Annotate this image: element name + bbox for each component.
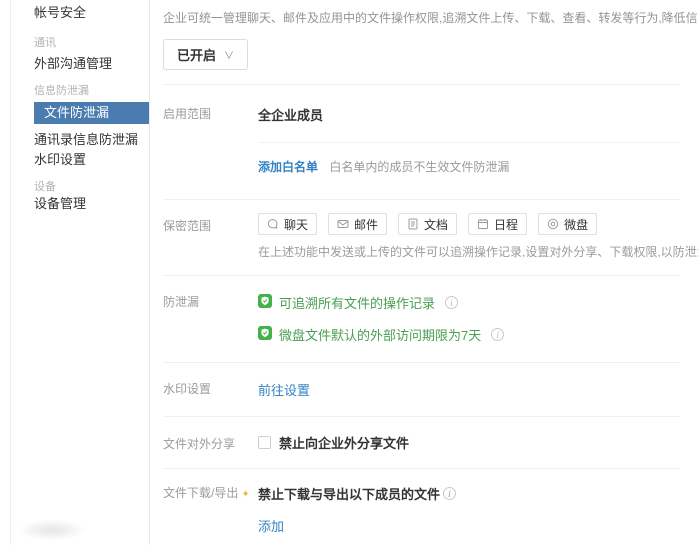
- secrecy-scope-chips: 聊天 邮件 文档 日程: [258, 213, 680, 235]
- section-secrecy-scope: 保密范围 聊天 邮件 文档: [163, 200, 680, 276]
- shield-check-icon: [258, 294, 272, 311]
- whitelist-row: 添加白名单 白名单内的成员不生效文件防泄漏: [258, 142, 680, 199]
- chat-icon: [267, 218, 279, 230]
- chip-document-label: 文档: [424, 216, 448, 233]
- apply-scope-value: 全企业成员: [258, 105, 680, 124]
- secrecy-scope-hint: 在上述功能中发送或上传的文件可以追溯操作记录,设置对外分享、下载权限,以防泄漏。: [258, 243, 680, 260]
- calendar-icon: [477, 218, 489, 230]
- add-members-link[interactable]: 添加: [258, 519, 284, 534]
- sidebar-item-watermark-settings[interactable]: 水印设置: [11, 150, 149, 170]
- forbid-external-share-text: 禁止向企业外分享文件: [279, 433, 409, 452]
- prevention-trace-line: 可追溯所有文件的操作记录 i: [258, 293, 680, 312]
- document-icon: [407, 218, 419, 230]
- sidebar-section-device: 设备: [11, 180, 149, 194]
- sidebar-item-device-management[interactable]: 设备管理: [11, 194, 149, 214]
- status-row: 已开启 ∨: [163, 39, 680, 85]
- leak-prevention-label: 防泄漏: [163, 293, 258, 344]
- forbid-download-line: 禁止下载与导出以下成员的文件 i: [258, 484, 680, 503]
- sidebar-section-communication: 通讯: [11, 36, 149, 50]
- left-gutter: [0, 0, 10, 545]
- info-icon[interactable]: i: [491, 328, 504, 341]
- section-leak-prevention: 防泄漏 可追溯所有文件的操作记录 i 微盘文件默认的外部访问期限为7天 i: [163, 276, 680, 363]
- sidebar-item-external-communication[interactable]: 外部沟通管理: [11, 54, 149, 74]
- section-external-share: 文件对外分享 禁止向企业外分享文件: [163, 417, 680, 469]
- chip-mail[interactable]: 邮件: [328, 213, 387, 235]
- admin-settings-page: 帐号安全 通讯 外部沟通管理 信息防泄漏 文件防泄漏 通讯录信息防泄漏 水印设置…: [0, 0, 698, 545]
- mail-icon: [337, 218, 349, 230]
- info-icon[interactable]: i: [445, 296, 458, 309]
- download-export-label-text: 文件下载/导出: [163, 486, 238, 500]
- new-feature-icon: ✦: [241, 489, 249, 500]
- chevron-down-icon: ∨: [224, 47, 234, 62]
- shield-check-icon: [258, 326, 272, 343]
- sidebar-item-account-security[interactable]: 帐号安全: [11, 3, 149, 23]
- settings-sidebar: 帐号安全 通讯 外部沟通管理 信息防泄漏 文件防泄漏 通讯录信息防泄漏 水印设置…: [10, 0, 150, 545]
- file-leak-prevention-panel: 企业可统一管理聊天、邮件及应用中的文件操作权限,追溯文件上传、下载、查看、转发等…: [150, 0, 698, 545]
- forbid-external-share-checkbox[interactable]: [258, 436, 271, 449]
- chip-drive[interactable]: 微盘: [538, 213, 597, 235]
- watermark-label: 水印设置: [163, 380, 258, 399]
- forbid-download-text: 禁止下载与导出以下成员的文件: [258, 484, 440, 503]
- prevention-drive-text: 微盘文件默认的外部访问期限为7天: [279, 325, 481, 344]
- prevention-drive-line: 微盘文件默认的外部访问期限为7天 i: [258, 325, 680, 344]
- drive-icon: [547, 218, 559, 230]
- sidebar-section-info-leak-prevention: 信息防泄漏: [11, 84, 149, 98]
- sidebar-item-file-leak-prevention[interactable]: 文件防泄漏: [34, 102, 149, 124]
- enabled-status-dropdown[interactable]: 已开启 ∨: [163, 39, 248, 70]
- chip-drive-label: 微盘: [564, 216, 588, 233]
- chip-calendar-label: 日程: [494, 216, 518, 233]
- external-share-label: 文件对外分享: [163, 433, 258, 452]
- page-shadow: [17, 519, 87, 541]
- prevention-trace-text: 可追溯所有文件的操作记录: [279, 293, 435, 312]
- enabled-status-label: 已开启: [177, 45, 216, 64]
- apply-scope-label: 启用范围: [163, 105, 258, 199]
- section-download-export: 文件下载/导出✦ 禁止下载与导出以下成员的文件 i 添加: [163, 469, 680, 545]
- go-to-watermark-settings-link[interactable]: 前往设置: [258, 383, 310, 398]
- section-watermark: 水印设置 前往设置: [163, 363, 680, 417]
- section-apply-scope: 启用范围 全企业成员 添加白名单 白名单内的成员不生效文件防泄漏: [163, 85, 680, 200]
- chip-document[interactable]: 文档: [398, 213, 457, 235]
- whitelist-hint: 白名单内的成员不生效文件防泄漏: [329, 160, 509, 174]
- info-icon[interactable]: i: [443, 487, 456, 500]
- feature-description-row: 企业可统一管理聊天、邮件及应用中的文件操作权限,追溯文件上传、下载、查看、转发等…: [163, 0, 680, 26]
- chip-calendar[interactable]: 日程: [468, 213, 527, 235]
- chip-chat-label: 聊天: [284, 216, 308, 233]
- sidebar-item-contacts-leak-prevention[interactable]: 通讯录信息防泄漏: [11, 130, 149, 150]
- secrecy-scope-label: 保密范围: [163, 213, 258, 260]
- chip-mail-label: 邮件: [354, 216, 378, 233]
- download-export-label: 文件下载/导出✦: [163, 484, 258, 535]
- feature-description: 企业可统一管理聊天、邮件及应用中的文件操作权限,追溯文件上传、下载、查看、转发等…: [163, 9, 698, 26]
- add-whitelist-link[interactable]: 添加白名单: [258, 160, 318, 174]
- chip-chat[interactable]: 聊天: [258, 213, 317, 235]
